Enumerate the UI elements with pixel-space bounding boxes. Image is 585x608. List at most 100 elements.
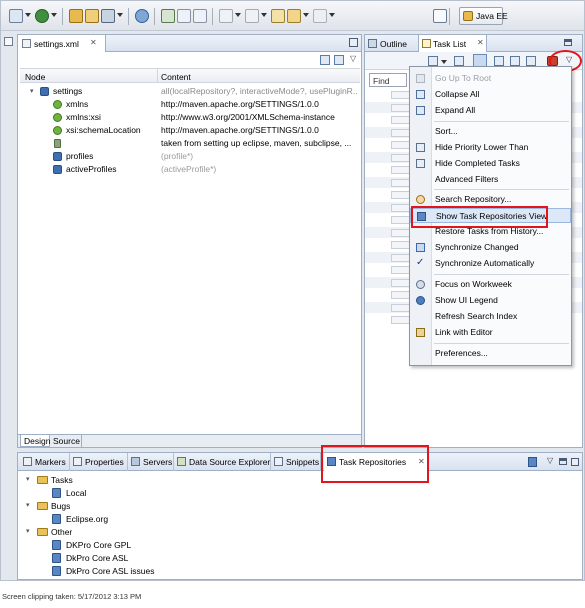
- task-row[interactable]: [391, 154, 411, 162]
- tree-repo-eclipse[interactable]: Eclipse.org: [40, 513, 240, 525]
- tab-source[interactable]: Source: [50, 435, 82, 447]
- tab-settings-xml[interactable]: settings.xml ✕: [18, 35, 106, 52]
- open-folder-icon[interactable]: [69, 9, 83, 23]
- back-dropdown-icon[interactable]: [303, 13, 309, 17]
- collapse-all-icon[interactable]: [510, 56, 520, 66]
- previous-annotation-icon[interactable]: [245, 9, 259, 23]
- tree-repo-dkpro-asl[interactable]: DkPro Core ASL: [40, 552, 240, 564]
- task-row[interactable]: [391, 141, 411, 149]
- task-row[interactable]: [391, 191, 411, 199]
- task-row[interactable]: [391, 229, 411, 237]
- maximize-icon[interactable]: [349, 38, 358, 47]
- tab-snippets[interactable]: Snippets: [271, 453, 321, 471]
- menu-item-hide-completed[interactable]: Hide Completed Tasks: [410, 156, 571, 171]
- tree-repo-dkpro-gpl[interactable]: DKPro Core GPL: [40, 539, 240, 551]
- tab-markers[interactable]: Markers: [20, 453, 70, 471]
- tab-properties[interactable]: Properties: [70, 453, 128, 471]
- tab-task-list[interactable]: Task List ✕: [419, 35, 487, 52]
- tree-row[interactable]: ▾ settings all(localRepository?, interac…: [20, 85, 360, 98]
- next-annotation-icon[interactable]: [219, 9, 233, 23]
- maximize-icon[interactable]: [571, 458, 579, 466]
- tools-icon[interactable]: [101, 9, 115, 23]
- collapse-toggle-icon[interactable]: ▾: [30, 87, 34, 95]
- next-annotation-dropdown-icon[interactable]: [235, 13, 241, 17]
- close-icon[interactable]: ✕: [477, 38, 484, 47]
- tree-row[interactable]: xmlns:xsi http://www.w3.org/2001/XMLSche…: [20, 111, 360, 124]
- globe-icon[interactable]: [135, 9, 149, 23]
- task-row[interactable]: [391, 129, 411, 137]
- open-type-icon[interactable]: [85, 9, 99, 23]
- task-row[interactable]: [391, 266, 411, 274]
- tree-row[interactable]: xmlns http://maven.apache.org/SETTINGS/1…: [20, 98, 360, 111]
- menu-item-synchronize-automatically[interactable]: ✓ Synchronize Automatically: [410, 256, 571, 271]
- tree-row[interactable]: taken from setting up eclipse, maven, su…: [20, 137, 360, 150]
- tree-row[interactable]: activeProfiles (activeProfile*): [20, 163, 360, 176]
- view-menu-icon[interactable]: ▽: [547, 456, 553, 465]
- tree-row[interactable]: profiles (profile*): [20, 150, 360, 163]
- task-row[interactable]: [391, 304, 411, 312]
- menu-item-go-up-to-root[interactable]: Go Up To Root: [410, 71, 571, 86]
- task-row[interactable]: [391, 316, 411, 324]
- tree-folder-other[interactable]: ▾ Other: [26, 526, 226, 538]
- menu-item-preferences[interactable]: Preferences...: [410, 346, 571, 361]
- menu-item-expand-all[interactable]: Expand All: [410, 103, 571, 118]
- menu-item-collapse-all[interactable]: Collapse All: [410, 87, 571, 102]
- menu-item-refresh-search-index[interactable]: Refresh Search Index: [410, 309, 571, 324]
- task-row[interactable]: [391, 291, 411, 299]
- run-dropdown-icon[interactable]: [51, 13, 57, 17]
- tab-servers[interactable]: Servers: [128, 453, 174, 471]
- task-row[interactable]: [391, 216, 411, 224]
- find-input[interactable]: Find: [369, 73, 407, 87]
- annotation-icon[interactable]: [161, 9, 175, 23]
- forward-icon[interactable]: [313, 9, 327, 23]
- back-icon[interactable]: [287, 9, 301, 23]
- tree-repo-local[interactable]: Local: [40, 487, 240, 499]
- menu-item-synchronize-changed[interactable]: Synchronize Changed: [410, 240, 571, 255]
- task-row[interactable]: [391, 179, 411, 187]
- tree-folder-bugs[interactable]: ▾ Bugs: [26, 500, 226, 512]
- add-repository-icon[interactable]: [528, 457, 537, 467]
- task-row[interactable]: [391, 204, 411, 212]
- open-perspective-icon[interactable]: [433, 9, 447, 23]
- new-icon[interactable]: [9, 9, 23, 23]
- close-icon[interactable]: ✕: [90, 38, 97, 47]
- task-row[interactable]: [391, 241, 411, 249]
- tree-repo-dkpro-asl-issues[interactable]: DkPro Core ASL issues: [40, 565, 240, 577]
- menu-item-advanced-filters[interactable]: Advanced Filters: [410, 172, 571, 187]
- tab-data-source-explorer[interactable]: Data Source Explorer: [174, 453, 271, 471]
- collapse-toggle-icon[interactable]: ▾: [26, 475, 30, 483]
- new-task-dropdown-icon[interactable]: [441, 60, 447, 64]
- tab-design[interactable]: Design: [20, 435, 50, 447]
- toggle-mark-icon[interactable]: [177, 9, 191, 23]
- hide-completed-icon[interactable]: [494, 56, 504, 66]
- task-row[interactable]: [391, 91, 411, 99]
- task-row[interactable]: [391, 104, 411, 112]
- menu-item-hide-priority[interactable]: Hide Priority Lower Than: [410, 140, 571, 155]
- menu-item-search-repository[interactable]: Search Repository...: [410, 192, 571, 207]
- run-icon[interactable]: [35, 9, 49, 23]
- menu-item-focus-on-workweek[interactable]: Focus on Workweek: [410, 277, 571, 292]
- forward-dropdown-icon[interactable]: [329, 13, 335, 17]
- categorized-icon[interactable]: [454, 56, 464, 66]
- task-row[interactable]: [391, 254, 411, 262]
- tree-folder-tasks[interactable]: ▾ Tasks: [26, 474, 226, 486]
- tree-row[interactable]: xsi:schemaLocation http://maven.apache.o…: [20, 124, 360, 137]
- task-row[interactable]: [391, 116, 411, 124]
- collapse-toggle-icon[interactable]: ▾: [26, 501, 30, 509]
- previous-annotation-dropdown-icon[interactable]: [261, 13, 267, 17]
- last-edit-icon[interactable]: [271, 9, 285, 23]
- task-row[interactable]: [391, 279, 411, 287]
- tab-outline[interactable]: Outline: [365, 35, 419, 52]
- restore-view-icon[interactable]: [4, 37, 13, 46]
- collapse-toggle-icon[interactable]: ▾: [26, 527, 30, 535]
- format-icon[interactable]: [193, 9, 207, 23]
- menu-item-show-ui-legend[interactable]: Show UI Legend: [410, 293, 571, 308]
- menu-item-link-with-editor[interactable]: Link with Editor: [410, 325, 571, 340]
- new-dropdown-icon[interactable]: [25, 13, 31, 17]
- minimize-icon[interactable]: [559, 458, 567, 465]
- menu-item-sort[interactable]: Sort...: [410, 124, 571, 139]
- tools-dropdown-icon[interactable]: [117, 13, 123, 17]
- new-task-icon[interactable]: [428, 56, 438, 66]
- perspective-java-ee-button[interactable]: Java EE: [459, 7, 508, 25]
- task-row[interactable]: [391, 166, 411, 174]
